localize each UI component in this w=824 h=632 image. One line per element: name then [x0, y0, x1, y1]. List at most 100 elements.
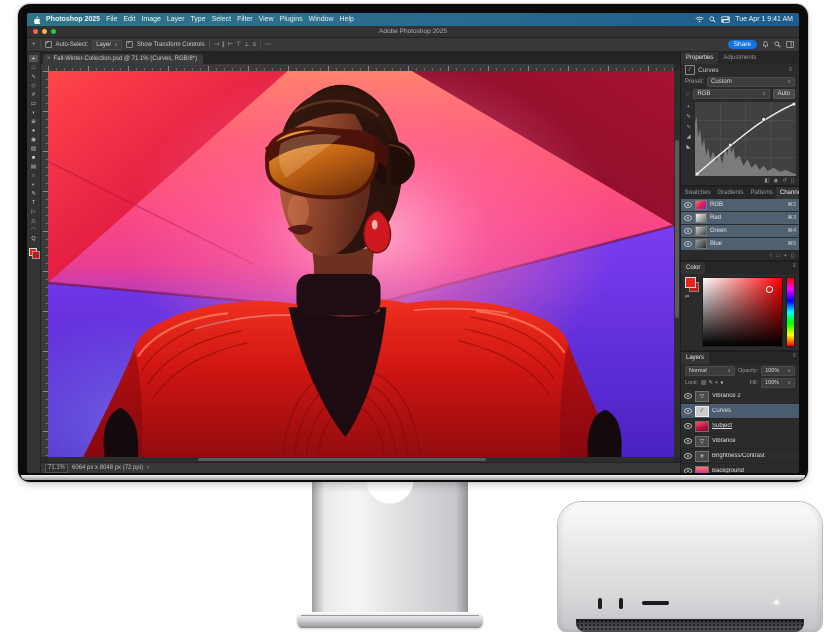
layer-row[interactable]: ▽ Vibrance 2	[681, 389, 799, 404]
menu-item[interactable]: Layer	[167, 16, 185, 23]
preset-dropdown[interactable]: Custom	[707, 77, 795, 87]
panel-tab[interactable]: Patterns	[747, 187, 776, 199]
delete-channel-icon[interactable]: ▯	[791, 253, 794, 259]
panel-menu-icon[interactable]: ≡	[789, 352, 799, 364]
menu-item[interactable]: File	[106, 16, 117, 23]
layer-visibility-eye-icon[interactable]	[684, 468, 692, 473]
share-button[interactable]: Share	[728, 40, 757, 49]
search-icon[interactable]	[774, 41, 781, 48]
pen-tool[interactable]: ✎	[29, 190, 38, 197]
eyedropper-tool[interactable]: ◗	[29, 109, 38, 116]
zoom-tool[interactable]: Q	[29, 235, 38, 242]
brush-tool[interactable]: ●	[29, 127, 38, 134]
frame-tool[interactable]: ▭	[29, 100, 38, 107]
menu-item[interactable]: Help	[340, 16, 354, 23]
align-right-icon[interactable]: ⊢	[228, 42, 233, 48]
wifi-icon[interactable]	[695, 16, 704, 23]
show-transform-checkbox[interactable]	[126, 41, 133, 48]
document-tab[interactable]: × Fall-Winter-Collection.psd @ 71.1% (Cu…	[43, 54, 203, 64]
layer-row[interactable]: Background	[681, 464, 799, 473]
foreground-color-swatch[interactable]	[685, 277, 696, 288]
layer-visibility-eye-icon[interactable]	[684, 423, 692, 429]
shape-tool[interactable]: △	[29, 217, 38, 224]
object-selection-tool[interactable]: ◇	[29, 82, 38, 89]
draw-curve-icon[interactable]: ✎	[686, 114, 691, 120]
apple-menu-icon[interactable]	[33, 16, 40, 24]
load-selection-icon[interactable]: ○	[769, 253, 772, 259]
clip-to-layer-icon[interactable]: ◧	[764, 178, 769, 184]
hand-tool[interactable]: ◠	[29, 226, 38, 233]
tab-color[interactable]: Color	[681, 262, 705, 274]
active-tool-icon[interactable]: +	[32, 42, 36, 48]
menu-item[interactable]: Image	[141, 16, 160, 23]
white-point-eyedropper-icon[interactable]: ◣	[686, 144, 690, 150]
panel-menu-icon[interactable]: ≡	[789, 262, 799, 274]
layer-thumbnail[interactable]: ▽	[695, 436, 709, 447]
move-tool[interactable]: +	[29, 55, 38, 62]
save-selection-icon[interactable]: □	[776, 253, 779, 259]
menu-item[interactable]: Select	[212, 16, 231, 23]
reset-icon[interactable]: ↺	[782, 178, 787, 184]
new-channel-icon[interactable]: +	[784, 253, 787, 259]
layer-thumbnail[interactable]	[695, 421, 709, 432]
layer-visibility-eye-icon[interactable]	[684, 453, 692, 459]
healing-brush-tool[interactable]: ⊕	[29, 118, 38, 125]
panel-tab[interactable]: Properties	[681, 52, 718, 64]
edit-points-icon[interactable]: +	[687, 104, 690, 110]
curves-graph[interactable]	[695, 102, 796, 176]
menu-clock[interactable]: Tue Apr 1 9:41 AM	[735, 16, 793, 23]
canvas[interactable]	[48, 71, 674, 457]
layer-thumbnail[interactable]: ☀	[695, 451, 709, 462]
visibility-icon[interactable]: ◉	[774, 178, 779, 184]
layer-visibility-eye-icon[interactable]	[684, 408, 692, 414]
distribute-icon[interactable]: ≡	[253, 42, 257, 48]
blend-mode-dropdown[interactable]: Normal	[685, 366, 735, 376]
delete-adjustment-icon[interactable]: ▯	[791, 178, 794, 184]
status-chevron-icon[interactable]: ›	[147, 465, 149, 471]
hue-slider[interactable]	[786, 277, 795, 347]
clone-stamp-tool[interactable]: ◉	[29, 136, 38, 143]
lock-transparency-icon[interactable]: ▨	[701, 380, 706, 386]
notifications-bell-icon[interactable]	[762, 41, 769, 48]
more-options-icon[interactable]: ⋯	[265, 42, 271, 48]
menu-item[interactable]: Plugins	[280, 16, 303, 23]
targeted-adjustment-icon[interactable]: ☞	[685, 91, 690, 98]
fill-dropdown[interactable]: 100%	[761, 378, 795, 388]
canvas-artwork[interactable]	[48, 71, 674, 457]
menu-item[interactable]: View	[259, 16, 274, 23]
layer-visibility-eye-icon[interactable]	[684, 393, 692, 399]
align-center-icon[interactable]: ∥	[222, 42, 225, 48]
lasso-tool[interactable]: ∿	[29, 73, 38, 80]
marquee-tool[interactable]: □	[29, 64, 38, 71]
type-tool[interactable]: T	[29, 199, 38, 206]
layer-thumbnail[interactable]: ▽	[695, 391, 709, 402]
visibility-eye-icon[interactable]	[684, 202, 692, 208]
visibility-eye-icon[interactable]	[684, 215, 692, 221]
tab-layers[interactable]: Layers	[681, 352, 709, 364]
vertical-scrollbar[interactable]	[674, 71, 680, 457]
horizontal-scrollbar[interactable]	[48, 457, 674, 462]
history-brush-tool[interactable]: ▨	[29, 145, 38, 152]
close-tab-icon[interactable]: ×	[47, 56, 51, 62]
channel-row-item[interactable]: Blue ⌘5	[681, 238, 799, 250]
spotlight-search-icon[interactable]	[709, 16, 716, 23]
menu-item[interactable]: Edit	[123, 16, 135, 23]
menu-app-name[interactable]: Photoshop 2025	[46, 16, 100, 23]
lock-position-icon[interactable]: +	[715, 380, 718, 386]
layer-row[interactable]: ☀ Brightness/Contrast	[681, 449, 799, 464]
panel-menu-icon[interactable]: ≡	[785, 66, 795, 74]
channel-row-item[interactable]: Red ⌘3	[681, 212, 799, 224]
lock-pixels-icon[interactable]: ✎	[708, 380, 713, 386]
crop-tool[interactable]: #	[29, 91, 38, 98]
dodge-tool[interactable]: ◐	[29, 181, 38, 188]
black-point-eyedropper-icon[interactable]: ◢	[686, 134, 690, 140]
layer-row[interactable]: Subject	[681, 419, 799, 434]
gradient-tool[interactable]: ▤	[29, 163, 38, 170]
panel-tab[interactable]: Gradients	[714, 187, 747, 199]
visibility-eye-icon[interactable]	[684, 228, 692, 234]
menu-item[interactable]: Filter	[237, 16, 253, 23]
blur-tool[interactable]: ○	[29, 172, 38, 179]
visibility-eye-icon[interactable]	[684, 241, 692, 247]
lock-all-icon[interactable]: ●	[720, 380, 723, 386]
layer-visibility-eye-icon[interactable]	[684, 438, 692, 444]
